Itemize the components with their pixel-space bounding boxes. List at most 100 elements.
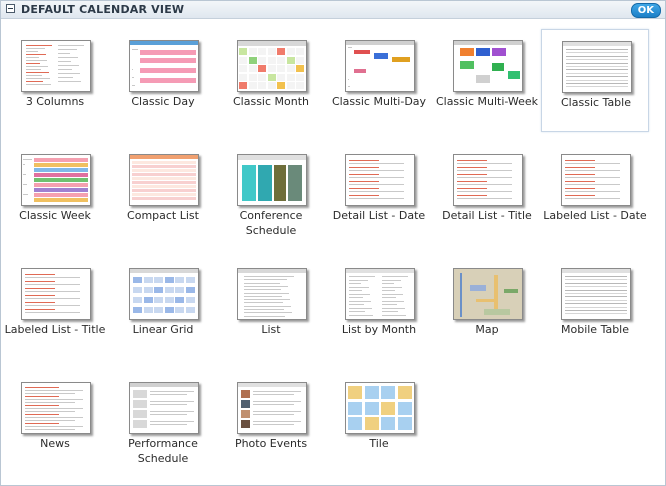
thumb-line [150, 391, 194, 392]
view-thumbnail[interactable] [21, 382, 91, 434]
thumb-block [248, 82, 257, 89]
thumb-line [566, 62, 628, 64]
thumb-block [154, 277, 163, 283]
thumb-line [150, 404, 187, 405]
thumb-line [26, 66, 48, 67]
thumb-block [563, 42, 631, 46]
view-thumbnail[interactable] [453, 40, 523, 92]
thumb-block [392, 57, 410, 62]
thumb-block [239, 56, 247, 64]
thumb-block [348, 401, 362, 415]
thumb-line [25, 281, 55, 282]
thumb-block [258, 48, 266, 55]
view-thumbnail[interactable] [345, 268, 415, 320]
ok-button[interactable]: OK [630, 3, 661, 18]
view-thumbnail[interactable] [237, 268, 307, 320]
thumb-block [164, 307, 174, 313]
thumb-line [349, 276, 375, 277]
thumb-line [382, 311, 398, 312]
thumb-line [23, 159, 32, 160]
thumb-line [25, 288, 55, 289]
view-label: Classic Day [131, 95, 195, 108]
view-thumbnail[interactable] [129, 40, 199, 92]
view-option-classic-month[interactable]: Classic Month [217, 29, 325, 132]
view-option-performance-schedule[interactable]: Performance Schedule [109, 371, 217, 474]
thumb-line [26, 51, 38, 52]
thumb-line [25, 420, 75, 421]
view-label: Classic Table [561, 96, 631, 109]
thumb-block [130, 41, 198, 45]
view-option-mobile-table[interactable]: Mobile Table [541, 257, 649, 360]
view-thumbnail[interactable] [562, 41, 632, 93]
thumb-block [143, 307, 153, 313]
view-thumbnail[interactable] [453, 268, 523, 320]
view-thumbnail[interactable] [237, 382, 307, 434]
view-thumbnail[interactable] [345, 40, 415, 92]
view-thumbnail[interactable] [237, 154, 307, 206]
thumb-line [25, 309, 55, 310]
view-option-classic-multi-week[interactable]: Classic Multi-Week [433, 29, 541, 132]
thumb-line [25, 390, 83, 391]
thumb-line [565, 195, 595, 196]
thumb-line [457, 163, 512, 164]
thumb-line [244, 285, 288, 287]
view-option-compact-list[interactable]: Compact List [109, 143, 217, 246]
thumb-block [296, 65, 304, 72]
thumb-line [244, 302, 283, 304]
thumb-block [248, 56, 257, 64]
view-thumbnail[interactable] [561, 268, 631, 320]
thumb-line [565, 191, 620, 192]
thumb-line [349, 198, 404, 199]
view-option-classic-table[interactable]: Classic Table [541, 29, 649, 132]
view-thumbnail[interactable] [453, 154, 523, 206]
view-option-tile[interactable]: Tile [325, 371, 433, 474]
thumb-line [349, 163, 404, 164]
view-option-classic-day[interactable]: Classic Day [109, 29, 217, 132]
thumb-line [25, 387, 59, 388]
thumb-block [258, 73, 266, 81]
view-thumbnail[interactable] [21, 268, 91, 320]
thumb-line [244, 315, 285, 317]
view-thumbnail[interactable] [129, 382, 199, 434]
view-option-labeled-list-date[interactable]: Labeled List - Date [541, 143, 649, 246]
view-option-photo-events[interactable]: Photo Events [217, 371, 325, 474]
thumb-block [133, 287, 142, 293]
thumb-block [130, 383, 198, 387]
thumb-line [25, 312, 80, 313]
view-option-classic-multi-day[interactable]: Classic Multi-Day [325, 29, 433, 132]
thumb-block [185, 287, 195, 293]
view-thumbnail[interactable] [561, 154, 631, 206]
thumb-block [296, 73, 304, 81]
view-option-list[interactable]: List [217, 257, 325, 360]
view-option-linear-grid[interactable]: Linear Grid [109, 257, 217, 360]
collapse-icon[interactable] [6, 4, 15, 13]
view-label: Detail List - Date [332, 209, 426, 222]
thumb-block [492, 48, 506, 56]
thumb-block [508, 71, 520, 79]
view-thumbnail[interactable] [129, 154, 199, 206]
thumb-block [133, 390, 147, 398]
thumb-block [476, 75, 490, 83]
view-thumbnail[interactable] [237, 40, 307, 92]
view-option-detail-list-title[interactable]: Detail List - Title [433, 143, 541, 246]
view-option-3-columns[interactable]: 3 Columns [1, 29, 109, 132]
view-thumbnail[interactable] [129, 268, 199, 320]
thumb-block [34, 168, 88, 172]
thumb-block [133, 307, 142, 313]
thumb-line [244, 305, 291, 307]
view-thumbnail[interactable] [345, 154, 415, 206]
view-option-labeled-list-title[interactable]: Labeled List - Title [1, 257, 109, 360]
view-option-map[interactable]: Map [433, 257, 541, 360]
view-option-conference-schedule[interactable]: Conference Schedule [217, 143, 325, 246]
view-label: Classic Month [232, 95, 310, 108]
thumb-block [277, 82, 285, 89]
view-thumbnail[interactable] [345, 382, 415, 434]
view-label: 3 Columns [25, 95, 85, 108]
view-thumbnail[interactable] [21, 154, 91, 206]
view-option-list-by-month[interactable]: List by Month [325, 257, 433, 360]
view-option-news[interactable]: News [1, 371, 109, 474]
view-option-classic-week[interactable]: Classic Week [1, 143, 109, 246]
view-thumbnail[interactable] [21, 40, 91, 92]
view-option-detail-list-date[interactable]: Detail List - Date [325, 143, 433, 246]
thumb-block [34, 158, 88, 162]
